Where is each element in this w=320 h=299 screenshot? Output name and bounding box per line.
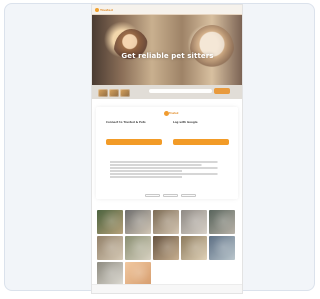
legal-line-2 <box>110 164 214 166</box>
modal-action-3[interactable] <box>181 194 196 197</box>
right-login-column: Log with Google <box>173 121 229 147</box>
search-button[interactable] <box>214 88 230 94</box>
gallery-photo[interactable] <box>209 210 235 234</box>
legal-text-block <box>110 161 232 179</box>
left-login-column: Connect to Trusted & Pets <box>106 121 162 147</box>
right-login-title: Log with Google <box>173 120 198 124</box>
quick-thumb-1[interactable] <box>98 89 108 97</box>
hero-title: Get reliable pet sitters <box>120 53 215 62</box>
legal-line-6 <box>110 176 192 178</box>
modal-actions <box>145 194 196 197</box>
modal-action-1[interactable] <box>145 194 160 197</box>
gallery-photo[interactable] <box>97 210 123 234</box>
quick-thumb-3[interactable] <box>120 89 130 97</box>
website-preview: Trusted Get reliable pet sitters Trusted… <box>92 5 242 293</box>
gallery-photo[interactable] <box>209 236 235 260</box>
legal-line-1 <box>110 161 232 163</box>
modal-logo-text: Trusted <box>169 112 179 115</box>
quick-thumb-2[interactable] <box>109 89 119 97</box>
gallery-photo[interactable] <box>125 210 151 234</box>
gallery-photo[interactable] <box>181 236 207 260</box>
legal-line-5 <box>110 173 232 175</box>
gallery-photo[interactable] <box>125 236 151 260</box>
gallery-photo[interactable] <box>181 210 207 234</box>
photo-gallery <box>97 210 237 286</box>
gallery-photo[interactable] <box>97 236 123 260</box>
site-footer <box>92 284 242 293</box>
logo-icon <box>95 7 99 12</box>
modal-logo: Trusted <box>164 111 178 119</box>
gallery-photo[interactable] <box>153 210 179 234</box>
left-login-button[interactable] <box>106 138 162 145</box>
modal-action-2[interactable] <box>163 194 178 197</box>
site-logo[interactable]: Trusted <box>95 7 113 12</box>
hero-title-text: Get reliable pet sitters <box>121 52 214 60</box>
legal-line-3 <box>110 167 232 169</box>
right-login-text <box>173 126 229 136</box>
legal-line-4 <box>110 170 192 172</box>
logo-text: Trusted <box>100 7 113 12</box>
quick-thumbs <box>98 89 130 97</box>
login-modal: Trusted Connect to Trusted & Pets Log wi… <box>96 107 238 199</box>
gallery-photo[interactable] <box>153 236 179 260</box>
left-login-text <box>106 126 162 136</box>
hero-banner: Get reliable pet sitters <box>92 15 242 85</box>
top-navigation: Trusted <box>92 5 242 15</box>
right-login-button[interactable] <box>173 138 229 145</box>
gallery-photo[interactable] <box>125 262 151 286</box>
left-login-title: Connect to Trusted & Pets <box>106 120 146 124</box>
search-input[interactable] <box>149 89 212 93</box>
gallery-photo[interactable] <box>97 262 123 286</box>
